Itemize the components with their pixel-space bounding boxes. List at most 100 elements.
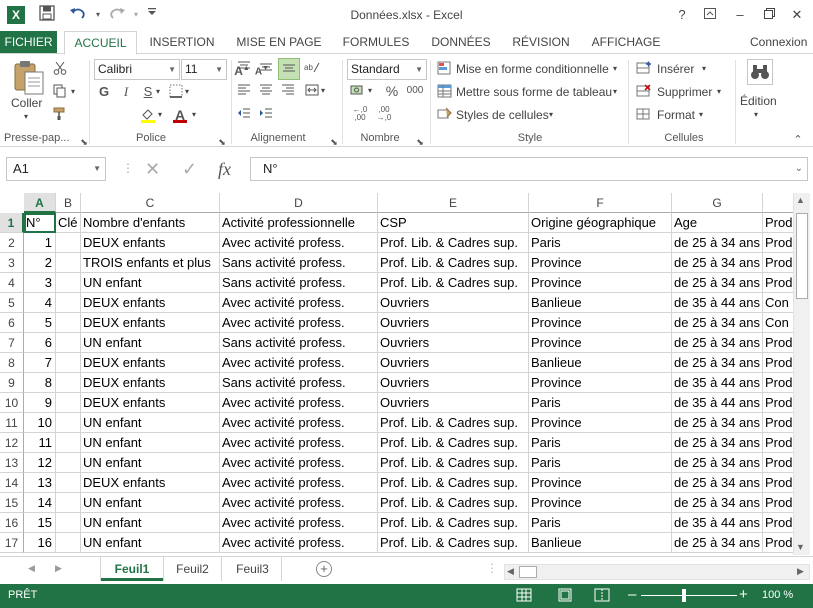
format-cells-button[interactable]: Format (657, 108, 695, 122)
decrease-decimal-icon[interactable]: ,00 →,0 (374, 106, 394, 122)
table-cell[interactable]: de 25 à 34 ans (672, 313, 763, 333)
table-cell[interactable]: Prof. Lib. & Cadres sup. (378, 253, 529, 273)
table-cell[interactable]: de 25 à 34 ans (672, 233, 763, 253)
scroll-left-icon[interactable]: ◀ (507, 566, 514, 577)
table-cell[interactable]: Sans activité profess. (220, 373, 378, 393)
format-painter-icon[interactable] (52, 107, 68, 123)
paste-button[interactable]: Coller (11, 96, 42, 110)
table-cell[interactable] (56, 333, 81, 353)
table-cell[interactable]: Avec activité profess. (220, 313, 378, 333)
italic-button[interactable]: I (118, 84, 134, 100)
table-cell[interactable]: Paris (529, 393, 672, 413)
header-cell[interactable]: Origine géographique (529, 213, 672, 233)
ribbon-display-options-button[interactable] (697, 4, 723, 26)
table-cell[interactable]: Ouvriers (378, 313, 529, 333)
row-header[interactable]: 11 (0, 413, 24, 433)
table-cell[interactable]: Sans activité profess. (220, 253, 378, 273)
prev-sheet-icon[interactable]: ◀ (28, 563, 35, 574)
table-cell[interactable]: Prof. Lib. & Cadres sup. (378, 233, 529, 253)
table-cell[interactable]: de 25 à 34 ans (672, 273, 763, 293)
table-cell[interactable]: de 25 à 34 ans (672, 433, 763, 453)
orientation-icon[interactable]: ab (304, 60, 320, 76)
copy-dropdown-icon[interactable]: ▾ (71, 87, 75, 96)
table-cell[interactable]: 11 (24, 433, 56, 453)
zoom-slider-track[interactable] (641, 595, 737, 596)
paste-icon[interactable] (12, 60, 46, 96)
table-cell[interactable]: de 25 à 34 ans (672, 353, 763, 373)
format-cells-icon[interactable] (636, 107, 652, 123)
table-cell[interactable]: Avec activité profess. (220, 393, 378, 413)
align-center-icon[interactable] (258, 83, 274, 99)
zoom-slider-thumb[interactable] (682, 589, 686, 602)
table-cell[interactable]: DEUX enfants (81, 393, 220, 413)
row-header[interactable]: 3 (0, 253, 24, 273)
header-cell[interactable]: Activité professionnelle (220, 213, 378, 233)
table-cell[interactable] (56, 293, 81, 313)
table-cell[interactable]: de 25 à 34 ans (672, 533, 763, 553)
table-cell[interactable]: Sans activité profess. (220, 333, 378, 353)
table-cell[interactable]: Avec activité profess. (220, 493, 378, 513)
table-cell[interactable] (56, 413, 81, 433)
table-cell[interactable]: UN enfant (81, 333, 220, 353)
table-cell[interactable]: UN enfant (81, 513, 220, 533)
table-cell[interactable]: DEUX enfants (81, 293, 220, 313)
restore-button[interactable] (756, 4, 782, 26)
insert-cells-button[interactable]: Insérer (657, 62, 694, 76)
cancel-icon[interactable]: ✕ (145, 159, 160, 180)
fill-color-icon[interactable] (140, 107, 156, 123)
table-cell[interactable]: de 35 à 44 ans (672, 293, 763, 313)
delete-cells-button[interactable]: Supprimer (657, 85, 712, 99)
sheet-tab-feuil1[interactable]: Feuil1 (101, 557, 163, 581)
increase-indent-icon[interactable] (258, 106, 274, 122)
tab-review[interactable]: RÉVISION (508, 31, 574, 55)
table-cell[interactable]: Prod (763, 433, 793, 453)
row-header[interactable]: 8 (0, 353, 24, 373)
tab-file[interactable]: FICHIER (0, 31, 57, 55)
row-header[interactable]: 13 (0, 453, 24, 473)
table-cell[interactable]: de 35 à 44 ans (672, 373, 763, 393)
insert-cells-icon[interactable] (636, 61, 652, 77)
table-cell[interactable]: 8 (24, 373, 56, 393)
bold-button[interactable]: G (96, 84, 112, 100)
table-cell[interactable]: 16 (24, 533, 56, 553)
header-cell[interactable]: N° (24, 213, 56, 233)
sheet-tab-feuil2[interactable]: Feuil2 (164, 557, 222, 581)
row-header[interactable]: 2 (0, 233, 24, 253)
align-left-icon[interactable] (236, 83, 252, 99)
underline-dropdown-icon[interactable]: ▾ (156, 87, 160, 96)
number-format-select[interactable]: Standard ▼ (347, 59, 427, 80)
tab-data[interactable]: DONNÉES (426, 31, 496, 55)
table-cell[interactable] (56, 433, 81, 453)
row-header[interactable]: 7 (0, 333, 24, 353)
row-header[interactable]: 17 (0, 533, 24, 553)
table-cell[interactable]: Prof. Lib. & Cadres sup. (378, 493, 529, 513)
table-cell[interactable]: Prod (763, 533, 793, 553)
format-as-table-dropdown-icon[interactable]: ▾ (613, 87, 617, 96)
insert-function-icon[interactable]: fx (218, 159, 231, 180)
table-cell[interactable]: DEUX enfants (81, 353, 220, 373)
accounting-dropdown-icon[interactable]: ▾ (368, 86, 372, 95)
minimize-button[interactable]: – (727, 4, 753, 26)
table-cell[interactable]: Prod (763, 393, 793, 413)
table-cell[interactable]: Province (529, 333, 672, 353)
table-cell[interactable]: Sans activité profess. (220, 273, 378, 293)
tab-splitter-icon[interactable]: ⋮ (486, 561, 498, 575)
vertical-scroll-thumb[interactable] (796, 213, 808, 299)
column-header-h[interactable] (763, 193, 793, 213)
font-name-select[interactable]: Calibri ▼ (94, 59, 180, 80)
table-cell[interactable]: Con (763, 313, 793, 333)
table-cell[interactable]: Province (529, 413, 672, 433)
align-top-icon[interactable] (236, 60, 252, 76)
table-cell[interactable] (56, 533, 81, 553)
table-cell[interactable]: DEUX enfants (81, 373, 220, 393)
cell-styles-dropdown-icon[interactable]: ▾ (549, 110, 553, 119)
delete-cells-icon[interactable] (636, 84, 652, 100)
table-cell[interactable]: Ouvriers (378, 393, 529, 413)
table-cell[interactable]: 3 (24, 273, 56, 293)
zoom-in-button[interactable]: + (739, 586, 748, 603)
table-cell[interactable]: Avec activité profess. (220, 473, 378, 493)
increase-decimal-icon[interactable]: ←,0,00 (350, 106, 370, 122)
table-cell[interactable]: Avec activité profess. (220, 453, 378, 473)
formula-input[interactable]: N° ⌄ (250, 157, 808, 181)
tab-page-layout[interactable]: MISE EN PAGE (232, 31, 326, 55)
